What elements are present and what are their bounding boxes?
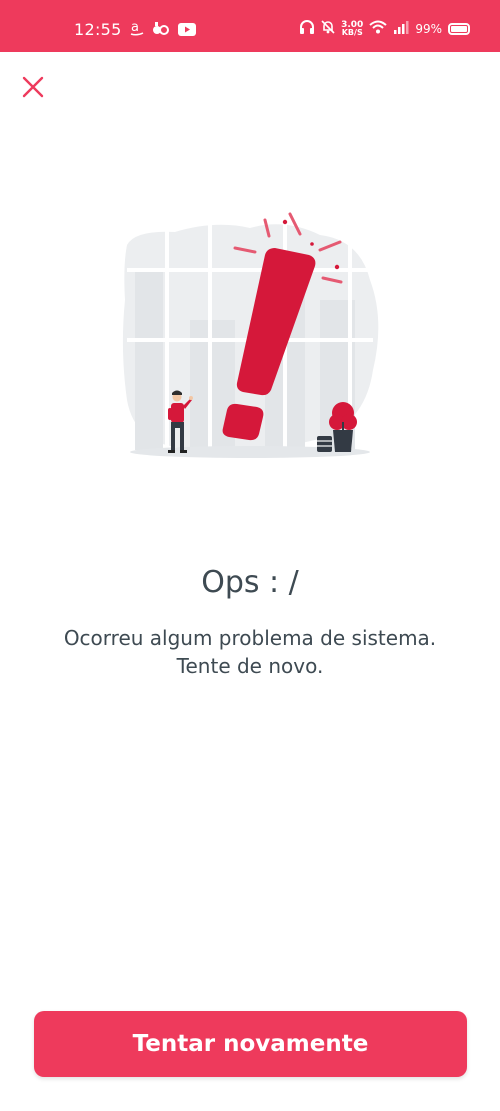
youtube-icon: [178, 21, 196, 40]
error-title: Ops : /: [201, 565, 299, 600]
status-left-icons: a: [130, 20, 196, 40]
headphones-icon: [299, 19, 315, 38]
svg-text:a: a: [131, 20, 139, 35]
wifi-icon: [369, 19, 387, 38]
amazon-icon: a: [130, 20, 144, 40]
close-icon: [22, 76, 44, 98]
exclamation-illustration: [122, 212, 379, 458]
status-time: 12:55: [74, 20, 122, 39]
signal-icon: [393, 19, 409, 38]
retry-button[interactable]: Tentar novamente: [34, 1011, 467, 1077]
error-message-line1: Ocorreu algum problema de sistema.: [63, 626, 437, 650]
network-speed-unit: KB/S: [341, 27, 363, 37]
network-speed: 3.00 KB/S: [341, 20, 363, 37]
bell-muted-icon: [321, 19, 335, 38]
close-button[interactable]: [18, 72, 48, 102]
status-right-icons: 3.00 KB/S 99%: [299, 19, 470, 38]
error-illustration: [115, 200, 390, 470]
error-message: Ocorreu algum problema de sistema. Tente…: [40, 624, 460, 680]
app-icon: [152, 21, 170, 40]
status-bar: 12:55 a 3.00 KB/S 99%: [0, 0, 500, 52]
battery-icon: [448, 22, 470, 35]
error-message-line2: Tente de novo.: [176, 654, 324, 678]
battery-percent: 99%: [415, 21, 442, 36]
